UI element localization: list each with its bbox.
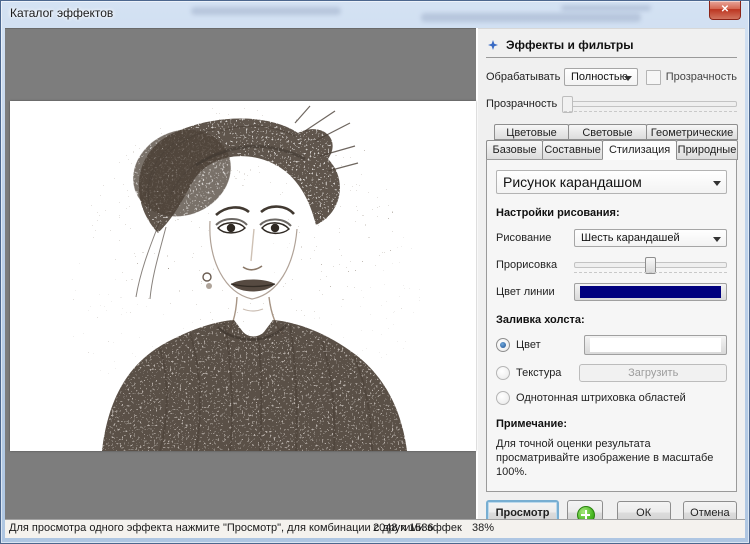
line-color-button[interactable] bbox=[574, 283, 727, 301]
transparency-slider-ticks bbox=[564, 111, 737, 112]
detail-slider[interactable] bbox=[574, 257, 727, 273]
process-dropdown-value: Полностью bbox=[571, 71, 628, 83]
fill-texture-option: Текстура Загрузить bbox=[496, 364, 727, 382]
process-dropdown[interactable]: Полностью bbox=[564, 68, 638, 86]
tab-stylization[interactable]: Стилизация bbox=[602, 140, 677, 160]
tab-row-2: Базовые Составные Стилизация Природные bbox=[486, 140, 737, 160]
close-button[interactable]: ✕ bbox=[709, 1, 741, 20]
fill-color-option: Цвет bbox=[496, 335, 727, 355]
transparency-slider[interactable] bbox=[564, 96, 737, 112]
tab-label: Цветовые bbox=[506, 127, 557, 139]
note-text: Для точной оценки результата просматрива… bbox=[496, 437, 726, 479]
process-row: Обрабатывать Полностью Прозрачность bbox=[486, 68, 737, 86]
tab-label: Составные bbox=[544, 144, 601, 156]
tab-light[interactable]: Световые bbox=[568, 124, 647, 140]
line-color-row: Цвет линии bbox=[496, 283, 727, 301]
load-texture-button[interactable]: Загрузить bbox=[579, 364, 727, 382]
fill-color-radio[interactable] bbox=[496, 338, 510, 352]
tab-basic[interactable]: Базовые bbox=[486, 140, 543, 160]
fill-texture-ctrl: Загрузить bbox=[579, 364, 727, 382]
transparency-slider-label: Прозрачность bbox=[486, 98, 564, 110]
status-bar: Для просмотра одного эффекта нажмите "Пр… bbox=[5, 519, 745, 538]
tab-row-1: Цветовые Световые Геометрические bbox=[486, 124, 737, 140]
process-label: Обрабатывать bbox=[486, 71, 564, 83]
tab-label: Природные bbox=[678, 144, 737, 156]
line-color-swatch bbox=[580, 286, 721, 298]
fill-texture-label: Текстура bbox=[516, 367, 561, 379]
chevron-down-icon bbox=[624, 76, 632, 81]
transparency-slider-track[interactable] bbox=[564, 101, 737, 107]
transparency-checkbox[interactable] bbox=[646, 70, 661, 85]
tab-composite[interactable]: Составные bbox=[542, 140, 603, 160]
preview-canvas bbox=[5, 28, 476, 521]
effect-dropdown[interactable]: Рисунок карандашом bbox=[496, 170, 727, 194]
effect-dropdown-value: Рисунок карандашом bbox=[503, 174, 642, 190]
effects-panel: Эффекты и фильтры Обрабатывать Полностью… bbox=[478, 28, 745, 520]
note-heading: Примечание: bbox=[496, 418, 727, 430]
tab-label: Световые bbox=[582, 127, 632, 139]
panel-title: Эффекты и фильтры bbox=[506, 38, 634, 52]
transparency-checkbox-label: Прозрачность bbox=[666, 71, 737, 83]
fill-hatch-label: Однотонная штриховка областей bbox=[516, 392, 686, 404]
fill-hatch-option: Однотонная штриховка областей bbox=[496, 391, 727, 405]
tab-geometric[interactable]: Геометрические bbox=[646, 124, 738, 140]
drawing-label: Рисование bbox=[496, 232, 574, 244]
detail-row: Прорисовка bbox=[496, 257, 727, 273]
titlebar-glass-artifact bbox=[421, 13, 641, 22]
canvas-color-swatch bbox=[590, 338, 721, 352]
tab-natural[interactable]: Природные bbox=[676, 140, 738, 160]
fill-color-label: Цвет bbox=[516, 339, 541, 351]
pencil-sketch-portrait bbox=[10, 101, 476, 451]
detail-slider-ticks bbox=[574, 272, 727, 273]
chevron-down-icon bbox=[713, 237, 721, 242]
stylization-tab-content: Рисунок карандашом Настройки рисования: … bbox=[486, 159, 737, 492]
panel-header: Эффекты и фильтры bbox=[486, 35, 737, 58]
chevron-down-icon bbox=[713, 181, 721, 186]
fill-hatch-radio[interactable] bbox=[496, 391, 510, 405]
titlebar-glass-artifact bbox=[561, 5, 651, 11]
transparency-row: Прозрачность bbox=[486, 96, 737, 112]
preview-image bbox=[10, 101, 476, 451]
line-color-label: Цвет линии bbox=[496, 286, 574, 298]
tab-color[interactable]: Цветовые bbox=[494, 124, 569, 140]
tab-label: Геометрические bbox=[651, 127, 734, 139]
detail-label: Прорисовка bbox=[496, 259, 574, 271]
fill-color-ctrl bbox=[584, 335, 727, 355]
drawing-dropdown[interactable]: Шесть карандашей bbox=[574, 229, 727, 247]
close-icon: ✕ bbox=[721, 4, 729, 15]
status-zoom-level: 38% bbox=[472, 522, 494, 534]
status-image-size: 2048 x 1536 bbox=[373, 522, 434, 534]
drawing-row: Рисование Шесть карандашей bbox=[496, 229, 727, 247]
titlebar-glass-artifact bbox=[191, 7, 341, 15]
canvas-fill-heading: Заливка холста: bbox=[496, 314, 727, 326]
titlebar[interactable]: Каталог эффектов ✕ bbox=[1, 1, 749, 28]
drawing-dropdown-value: Шесть карандашей bbox=[581, 232, 680, 244]
sparkle-icon bbox=[488, 40, 498, 50]
tab-label: Стилизация bbox=[609, 144, 670, 156]
window-title: Каталог эффектов bbox=[10, 6, 113, 20]
category-tabs: Цветовые Световые Геометрические Базовые… bbox=[486, 124, 737, 160]
fill-color-button[interactable] bbox=[584, 335, 727, 355]
drawing-settings-heading: Настройки рисования: bbox=[496, 207, 727, 219]
tab-label: Базовые bbox=[492, 144, 536, 156]
fill-texture-radio[interactable] bbox=[496, 366, 510, 380]
client-area: Эффекты и фильтры Обрабатывать Полностью… bbox=[5, 28, 745, 538]
transparency-checkbox-row: Прозрачность bbox=[646, 70, 737, 85]
